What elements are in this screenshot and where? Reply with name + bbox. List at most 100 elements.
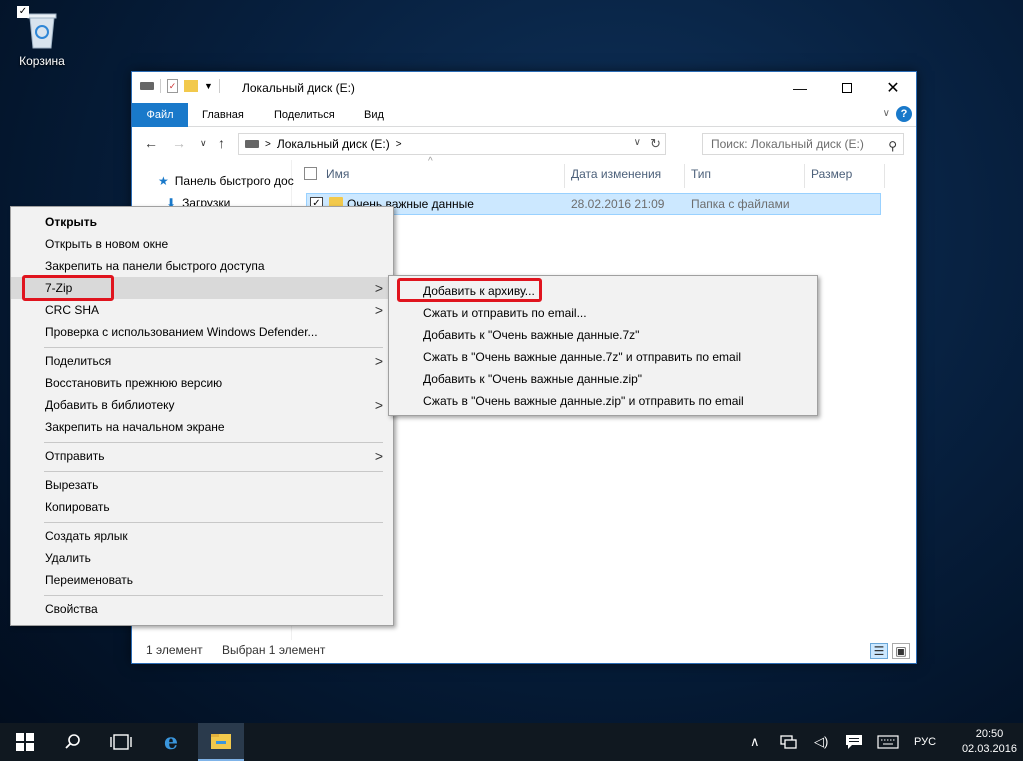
submenu-item-add-zip[interactable]: Добавить к "Очень важные данные.zip" <box>389 368 817 390</box>
highlight-box-7zip <box>22 275 114 301</box>
ribbon-tabs: Файл Главная Поделиться Вид <box>132 103 916 127</box>
column-date[interactable]: Дата изменения <box>565 164 685 188</box>
drive-icon <box>140 82 154 90</box>
column-name[interactable]: Имя <box>320 164 565 188</box>
highlight-box-add-to-archive <box>397 278 542 302</box>
show-hidden-icons[interactable]: ∧ <box>750 723 760 761</box>
checkbox-icon: ✓ <box>17 6 29 18</box>
menu-item-delete[interactable]: Удалить <box>11 547 393 569</box>
menu-separator <box>44 522 383 523</box>
close-button[interactable]: ✕ <box>870 72 916 103</box>
tab-view[interactable]: Вид <box>350 103 398 127</box>
menu-item-cut[interactable]: Вырезать <box>11 474 393 496</box>
status-item-count: 1 элемент <box>146 643 203 657</box>
tab-share[interactable]: Поделиться <box>260 103 349 127</box>
keyboard-icon[interactable] <box>877 723 899 761</box>
row-date: 28.02.2016 21:09 <box>571 197 665 211</box>
chevron-right-icon: > <box>374 448 383 464</box>
recycle-bin-icon <box>27 13 57 49</box>
speaker-icon: ◁) <box>814 734 829 749</box>
submenu-item-compress-email[interactable]: Сжать и отправить по email... <box>389 302 817 324</box>
chevron-right-icon: > <box>374 397 383 413</box>
select-all-checkbox[interactable] <box>304 167 317 180</box>
menu-item-send-to[interactable]: Отправить > <box>11 445 393 467</box>
edge-button[interactable]: e <box>148 723 194 761</box>
menu-item-add-to-library[interactable]: Добавить в библиотеку > <box>11 394 393 416</box>
menu-item-crc-sha[interactable]: CRC SHA > <box>11 299 393 321</box>
breadcrumb-separator-icon[interactable]: > <box>265 139 271 150</box>
window-title: Локальный диск (E:) <box>242 81 355 95</box>
breadcrumb-separator-icon[interactable]: > <box>396 139 402 150</box>
submenu-item-compress-zip-email[interactable]: Сжать в "Очень важные данные.zip" и отпр… <box>389 390 817 412</box>
help-icon[interactable]: ? <box>896 106 912 122</box>
network-icon[interactable] <box>780 723 798 761</box>
menu-item-restore-version[interactable]: Восстановить прежнюю версию <box>11 372 393 394</box>
menu-item-properties[interactable]: Свойства <box>11 598 393 620</box>
search-icon[interactable]: ⚲ <box>888 136 897 156</box>
task-view-icon <box>110 734 132 750</box>
address-dropdown-icon[interactable]: ∨ <box>634 137 641 148</box>
volume-icon[interactable]: ◁) <box>814 723 828 761</box>
submenu-item-add-7z[interactable]: Добавить к "Очень важные данные.7z" <box>389 324 817 346</box>
properties-icon[interactable]: ✓ <box>167 79 178 93</box>
chevron-right-icon: > <box>374 353 383 369</box>
language-indicator[interactable]: РУС <box>914 723 936 761</box>
menu-item-pin-start[interactable]: Закрепить на начальном экране <box>11 416 393 438</box>
search-button[interactable] <box>50 723 96 761</box>
network-icon <box>780 735 797 749</box>
column-type[interactable]: Тип <box>685 164 805 188</box>
nav-item-quick-access[interactable]: ★ Панель быстрого дос <box>158 174 294 188</box>
details-view-icon[interactable]: ☰ <box>870 643 888 659</box>
address-input[interactable]: > Локальный диск (E:) > ∨ ↻ <box>238 133 666 155</box>
large-icons-view-icon[interactable]: ▣ <box>892 643 910 659</box>
tab-home[interactable]: Главная <box>188 103 258 127</box>
maximize-button[interactable] <box>824 72 870 103</box>
drive-icon <box>245 140 259 148</box>
row-type: Папка с файлами <box>691 197 790 211</box>
menu-item-rename[interactable]: Переименовать <box>11 569 393 591</box>
menu-separator <box>44 595 383 596</box>
start-button[interactable] <box>2 723 48 761</box>
back-arrow-icon[interactable]: ← <box>144 135 158 151</box>
menu-item-label: Отправить <box>45 449 105 463</box>
recent-locations-icon[interactable]: ∨ <box>200 138 207 149</box>
search-placeholder: Поиск: Локальный диск (E:) <box>711 137 864 151</box>
recycle-bin-shortcut[interactable]: ✓ Корзина <box>12 4 72 68</box>
nav-item-label: Панель быстрого дос <box>174 174 294 188</box>
menu-item-copy[interactable]: Копировать <box>11 496 393 518</box>
address-bar-row: ← → ∨ ↑ > Локальный диск (E:) > ∨ ↻ Поис… <box>132 128 916 160</box>
ribbon-expand-icon[interactable]: ∨ <box>883 108 890 119</box>
message-icon <box>846 735 862 749</box>
menu-item-create-shortcut[interactable]: Создать ярлык <box>11 525 393 547</box>
menu-item-open[interactable]: Открыть <box>11 211 393 233</box>
clock[interactable]: 20:50 02.03.2016 <box>962 727 1017 757</box>
menu-item-open-new-window[interactable]: Открыть в новом окне <box>11 233 393 255</box>
menu-item-share[interactable]: Поделиться > <box>11 350 393 372</box>
menu-separator <box>44 347 383 348</box>
forward-arrow-icon[interactable]: → <box>172 135 186 151</box>
task-view-button[interactable] <box>98 723 144 761</box>
submenu-item-compress-7z-email[interactable]: Сжать в "Очень важные данные.7z" и отпра… <box>389 346 817 368</box>
qat-dropdown-icon[interactable]: ▼ <box>204 81 213 91</box>
notifications-icon[interactable] <box>845 723 863 761</box>
edge-browser-icon: e <box>164 729 178 755</box>
menu-item-pin-quick-access[interactable]: Закрепить на панели быстрого доступа <box>11 255 393 277</box>
file-explorer-button[interactable] <box>198 723 244 761</box>
status-bar: 1 элемент Выбран 1 элемент ☰ ▣ <box>132 637 916 663</box>
recycle-bin-label: Корзина <box>19 54 65 68</box>
star-icon: ★ <box>158 174 169 188</box>
up-arrow-icon[interactable]: ↑ <box>218 135 225 151</box>
refresh-icon[interactable]: ↻ <box>650 136 661 152</box>
column-size[interactable]: Размер <box>805 164 885 188</box>
menu-item-label: Добавить в библиотеку <box>45 398 175 412</box>
tab-file[interactable]: Файл <box>132 103 188 127</box>
file-explorer-icon <box>211 734 231 749</box>
search-input[interactable]: Поиск: Локальный диск (E:) ⚲ <box>702 133 904 155</box>
separator <box>160 79 161 93</box>
menu-item-defender-scan[interactable]: Проверка с использованием Windows Defend… <box>11 321 393 343</box>
menu-separator <box>44 471 383 472</box>
new-folder-icon[interactable] <box>184 80 198 92</box>
minimize-button[interactable]: — <box>777 72 823 103</box>
quick-access-toolbar: ✓ ▼ <box>140 79 220 93</box>
breadcrumb[interactable]: Локальный диск (E:) <box>277 137 390 151</box>
